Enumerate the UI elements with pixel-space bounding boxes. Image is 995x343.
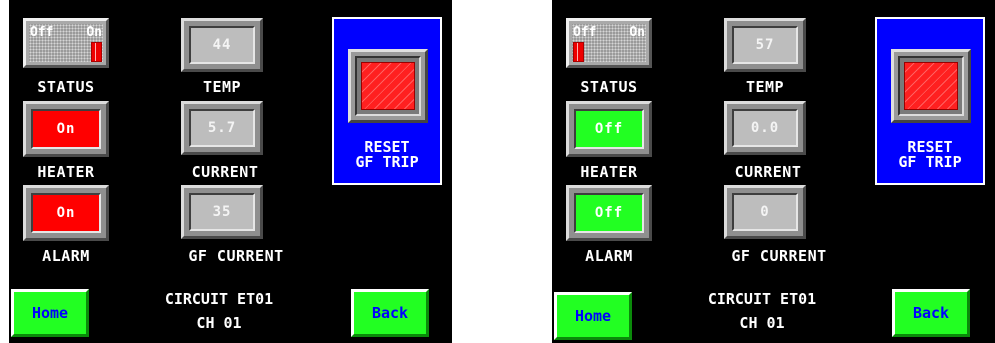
toggle-knob[interactable]: [573, 42, 584, 62]
status-label: STATUS: [580, 78, 638, 96]
temp-value: 57: [732, 26, 798, 64]
alarm-label: ALARM: [42, 247, 90, 265]
current-label: CURRENT: [734, 163, 802, 181]
alarm-state: On: [31, 193, 101, 233]
heater-state: Off: [574, 109, 644, 149]
status-toggle[interactable]: Off On: [23, 18, 109, 68]
alarm-label: ALARM: [585, 247, 633, 265]
reset-button-bezel: [355, 56, 421, 116]
toggle-on-label: On: [86, 25, 102, 40]
hmi-panel-heater-on: Off On STATUS 44 TEMP On HEATER 5.7 CURR…: [9, 0, 452, 343]
current-display: 0.0: [724, 101, 806, 155]
gf-current-value: 35: [189, 193, 255, 231]
temp-value: 44: [189, 26, 255, 64]
heater-label: HEATER: [37, 163, 95, 181]
gf-current-display: 0: [724, 185, 806, 239]
temp-label: TEMP: [745, 78, 785, 96]
toggle-knob[interactable]: [91, 42, 102, 62]
reset-gf-trip-button[interactable]: [891, 49, 971, 123]
gf-current-label: GF CURRENT: [731, 247, 827, 265]
reset-gf-trip-button[interactable]: [348, 49, 428, 123]
circuit-title: CIRCUIT ET01: [164, 290, 274, 308]
temp-display: 44: [181, 18, 263, 72]
toggle-off-label: Off: [30, 25, 54, 40]
back-button[interactable]: Back: [351, 289, 429, 337]
heater-button[interactable]: On: [23, 101, 109, 157]
toggle-on-label: On: [629, 25, 645, 40]
hmi-panel-heater-off: Off On STATUS 57 TEMP Off HEATER 0.0 CUR…: [552, 0, 995, 343]
home-button[interactable]: Home: [554, 292, 632, 340]
home-button[interactable]: Home: [11, 289, 89, 337]
alarm-button[interactable]: Off: [566, 185, 652, 241]
current-value: 5.7: [189, 109, 255, 147]
reset-gf-trip-panel: RESET GF TRIP: [875, 17, 985, 185]
channel-label: CH 01: [196, 314, 242, 332]
gf-current-value: 0: [732, 193, 798, 231]
status-label: STATUS: [37, 78, 95, 96]
reset-button-face: [361, 62, 415, 110]
reset-label-line2: GF TRIP: [355, 153, 419, 171]
back-button[interactable]: Back: [892, 289, 970, 337]
heater-button[interactable]: Off: [566, 101, 652, 157]
gf-current-display: 35: [181, 185, 263, 239]
temp-display: 57: [724, 18, 806, 72]
heater-label: HEATER: [580, 163, 638, 181]
circuit-title: CIRCUIT ET01: [707, 290, 817, 308]
reset-button-bezel: [898, 56, 964, 116]
gf-current-label: GF CURRENT: [188, 247, 284, 265]
toggle-off-label: Off: [573, 25, 597, 40]
reset-gf-trip-panel: RESET GF TRIP: [332, 17, 442, 185]
current-value: 0.0: [732, 109, 798, 147]
current-label: CURRENT: [191, 163, 259, 181]
channel-label: CH 01: [739, 314, 785, 332]
current-display: 5.7: [181, 101, 263, 155]
alarm-button[interactable]: On: [23, 185, 109, 241]
heater-state: On: [31, 109, 101, 149]
reset-button-face: [904, 62, 958, 110]
reset-label-line2: GF TRIP: [898, 153, 962, 171]
alarm-state: Off: [574, 193, 644, 233]
status-toggle[interactable]: Off On: [566, 18, 652, 68]
temp-label: TEMP: [202, 78, 242, 96]
